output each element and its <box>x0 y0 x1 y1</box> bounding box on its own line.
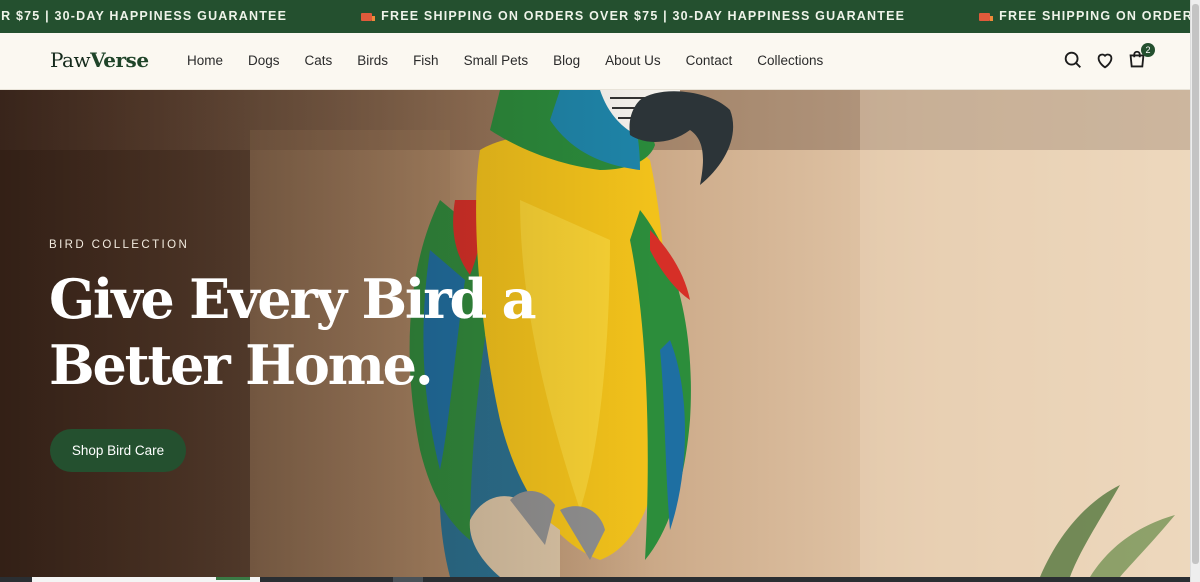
nav-dogs[interactable]: Dogs <box>248 53 280 68</box>
truck-icon <box>361 12 376 21</box>
truck-icon <box>979 12 994 21</box>
nav-about-us[interactable]: About Us <box>605 53 661 68</box>
search-icon <box>1064 51 1081 68</box>
heart-icon <box>1097 53 1113 69</box>
product-tag-peek <box>216 577 250 580</box>
announcement-item: FREE SHIPPING ON ORDERS OVER $75 | 30-DA… <box>361 0 979 33</box>
scrollbar[interactable] <box>1190 0 1200 582</box>
scrollbar-thumb[interactable] <box>1192 4 1199 564</box>
hero-headline: Give Every Bird a Better Home. <box>49 266 609 398</box>
header-actions: 2 <box>1062 43 1158 71</box>
search-button[interactable] <box>1062 49 1084 71</box>
announcement-item: VER $75 | 30-DAY HAPPINESS GUARANTEE <box>0 0 361 33</box>
shop-bird-care-button[interactable]: Shop Bird Care <box>50 429 186 472</box>
logo-text-paw: Paw <box>50 48 91 72</box>
nav-small-pets[interactable]: Small Pets <box>464 53 529 68</box>
announcement-text: FREE SHIPPING ON ORDERS OVER $75 | 3 <box>999 9 1190 23</box>
announcement-item: FREE SHIPPING ON ORDERS OVER $75 | 3 <box>979 0 1190 33</box>
section-segment-peek <box>393 577 423 582</box>
cart-button[interactable]: 2 <box>1126 43 1155 71</box>
nav-contact[interactable]: Contact <box>686 53 733 68</box>
announcement-track: VER $75 | 30-DAY HAPPINESS GUARANTEE FRE… <box>0 0 1190 33</box>
logo-text-verse: Verse <box>90 48 149 72</box>
hero-headline-line1: Give Every Bird a <box>49 267 537 331</box>
hero-banner: BIRD COLLECTION Give Every Bird a Better… <box>0 90 1190 577</box>
nav-blog[interactable]: Blog <box>553 53 580 68</box>
nav-cats[interactable]: Cats <box>305 53 333 68</box>
announcement-text: VER $75 | 30-DAY HAPPINESS GUARANTEE <box>0 9 288 23</box>
nav-fish[interactable]: Fish <box>413 53 439 68</box>
hero-eyebrow: BIRD COLLECTION <box>49 239 190 251</box>
next-section-peek <box>0 577 1190 582</box>
logo[interactable]: PawVerse <box>50 48 149 72</box>
nav-collections[interactable]: Collections <box>757 53 823 68</box>
nav-home[interactable]: Home <box>187 53 223 68</box>
site-header: PawVerse Home Dogs Cats Birds Fish Small… <box>0 33 1190 90</box>
wishlist-button[interactable] <box>1094 49 1116 71</box>
hero-headline-line2: Better Home. <box>49 333 434 397</box>
announcement-bar: VER $75 | 30-DAY HAPPINESS GUARANTEE FRE… <box>0 0 1190 33</box>
nav-birds[interactable]: Birds <box>357 53 388 68</box>
announcement-text: FREE SHIPPING ON ORDERS OVER $75 | 30-DA… <box>381 9 906 23</box>
main-nav: Home Dogs Cats Birds Fish Small Pets Blo… <box>187 53 848 68</box>
cart-count-badge: 2 <box>1141 43 1155 57</box>
